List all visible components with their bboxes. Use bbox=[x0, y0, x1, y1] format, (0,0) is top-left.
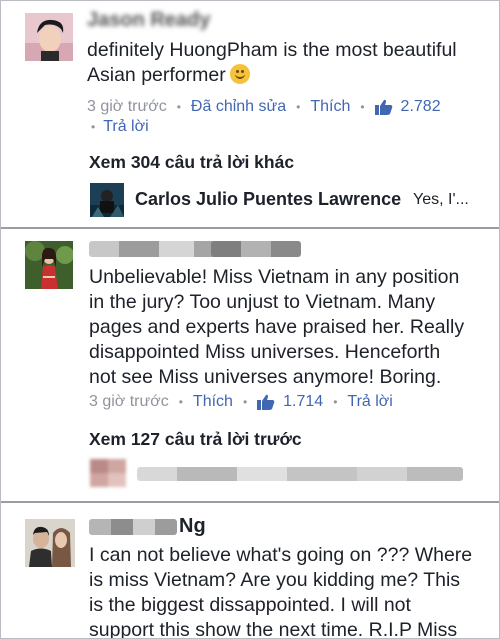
divider bbox=[1, 227, 499, 229]
comment-text-line: is the biggest dissappointed. I will not bbox=[89, 594, 411, 616]
thumbs-up-icon bbox=[257, 394, 275, 410]
timestamp: 3 giờ trước bbox=[89, 393, 169, 410]
separator-dot-icon: • bbox=[176, 100, 181, 114]
view-previous-replies-link[interactable]: Xem 127 câu trả lời trước bbox=[89, 429, 302, 450]
reply-button[interactable]: Trả lời bbox=[103, 118, 148, 136]
comment-text-line: pages and experts have praised her. Real… bbox=[89, 316, 465, 338]
separator-dot-icon: • bbox=[178, 395, 183, 409]
like-count[interactable]: 1.714 bbox=[283, 393, 323, 411]
comment-text-line: in the jury? Too unjust to Vietnam. Many bbox=[89, 291, 436, 313]
comment-text-line: is miss Vietnam? Are you kidding me? Thi… bbox=[89, 569, 461, 591]
thumbs-up-icon bbox=[374, 99, 393, 115]
separator-dot-icon: • bbox=[91, 120, 96, 134]
comment-text-line: definitely HuongPham is the most beautif… bbox=[87, 39, 457, 61]
blurred-reply-text[interactable] bbox=[137, 467, 463, 481]
comment-text-line: I can not believe what's going on ??? Wh… bbox=[89, 544, 473, 566]
reply-button[interactable]: Trả lời bbox=[347, 393, 392, 411]
separator-dot-icon: • bbox=[242, 395, 248, 409]
view-more-replies-link[interactable]: Xem 304 câu trả lời khác bbox=[89, 152, 294, 173]
reply-author-name[interactable]: Carlos Julio Puentes Lawrence bbox=[135, 189, 401, 210]
avatar[interactable] bbox=[25, 13, 73, 61]
reply-avatar-blurred[interactable] bbox=[90, 459, 126, 487]
comment-meta: 3 giờ trước • Thích • 1.714 • Trả lời bbox=[89, 393, 393, 411]
comment-text-line: support this show the next time. R.I.P M… bbox=[89, 619, 458, 639]
comment-author-name[interactable]: Jason Ready bbox=[87, 9, 210, 32]
comment-author-name[interactable]: Ng bbox=[179, 515, 206, 538]
separator-dot-icon: • bbox=[296, 100, 301, 114]
separator-dot-icon: • bbox=[360, 100, 365, 114]
divider bbox=[1, 501, 499, 503]
comment-text-content: Asian performer bbox=[87, 64, 226, 86]
comment-thread: Jason Ready definitely HuongPham is the … bbox=[0, 0, 500, 639]
edited-link[interactable]: Đã chỉnh sửa bbox=[191, 98, 286, 116]
comment-meta-row2: • Trả lời bbox=[87, 118, 149, 136]
comment-text-line: disappointed Miss universes. Henceforth bbox=[89, 341, 441, 363]
smiling-face-icon bbox=[229, 64, 250, 84]
reply-snippet[interactable]: Yes, I'... bbox=[413, 191, 469, 209]
reply-avatar[interactable] bbox=[90, 183, 124, 217]
avatar[interactable] bbox=[25, 241, 73, 289]
comment-text-line: not see Miss universes anymore! Boring. bbox=[89, 366, 442, 388]
like-button[interactable]: Thích bbox=[310, 98, 350, 116]
like-count[interactable]: 2.782 bbox=[401, 98, 441, 116]
comment-text-line: Unbelievable! Miss Vietnam in any positi… bbox=[89, 266, 460, 288]
timestamp: 3 giờ trước bbox=[87, 98, 167, 115]
like-button[interactable]: Thích bbox=[193, 393, 233, 411]
blurred-author-name[interactable] bbox=[211, 241, 301, 257]
avatar[interactable] bbox=[25, 519, 75, 567]
separator-dot-icon: • bbox=[333, 395, 338, 409]
comment-meta: 3 giờ trước • Đã chỉnh sửa • Thích • 2.7… bbox=[87, 98, 441, 116]
comment-text-line: Asian performer bbox=[87, 63, 250, 88]
blurred-author-name[interactable] bbox=[89, 519, 177, 535]
